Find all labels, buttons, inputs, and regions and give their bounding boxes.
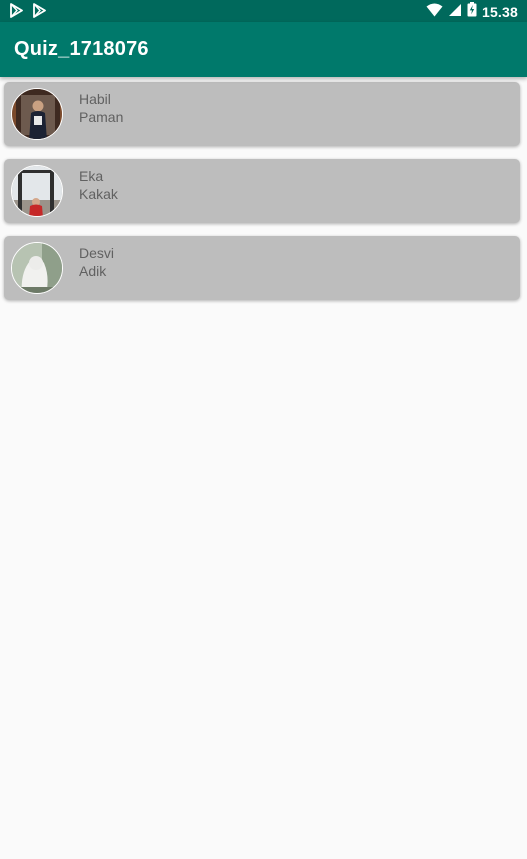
notification-icons bbox=[9, 3, 47, 23]
play-store-icon bbox=[9, 3, 24, 23]
app-bar: Quiz_1718076 bbox=[0, 22, 527, 77]
contact-card-eka[interactable]: Eka Kakak bbox=[4, 159, 520, 223]
status-time: 15.38 bbox=[481, 4, 518, 20]
signal-icon bbox=[448, 3, 462, 22]
contact-name: Desvi bbox=[79, 245, 115, 261]
contact-name: Eka bbox=[79, 168, 104, 184]
contact-card-habil[interactable]: Habil Paman bbox=[4, 82, 520, 146]
avatar bbox=[11, 165, 63, 217]
avatar bbox=[11, 242, 63, 294]
contact-relation: Adik bbox=[79, 263, 107, 279]
contact-name: Habil bbox=[79, 91, 111, 107]
battery-charging-icon bbox=[467, 2, 477, 22]
play-store-icon bbox=[32, 3, 47, 23]
contact-card-desvi[interactable]: Desvi Adik bbox=[4, 236, 520, 300]
contact-relation: Kakak bbox=[79, 186, 118, 202]
app-title: Quiz_1718076 bbox=[14, 38, 149, 60]
wifi-icon bbox=[426, 3, 443, 22]
status-bar: 15.38 bbox=[0, 0, 527, 22]
contact-list: Habil Paman Eka Kakak Desvi Adik bbox=[4, 82, 520, 313]
contact-relation: Paman bbox=[79, 109, 124, 125]
system-icons: 15.38 bbox=[426, 2, 518, 22]
avatar bbox=[11, 88, 63, 140]
